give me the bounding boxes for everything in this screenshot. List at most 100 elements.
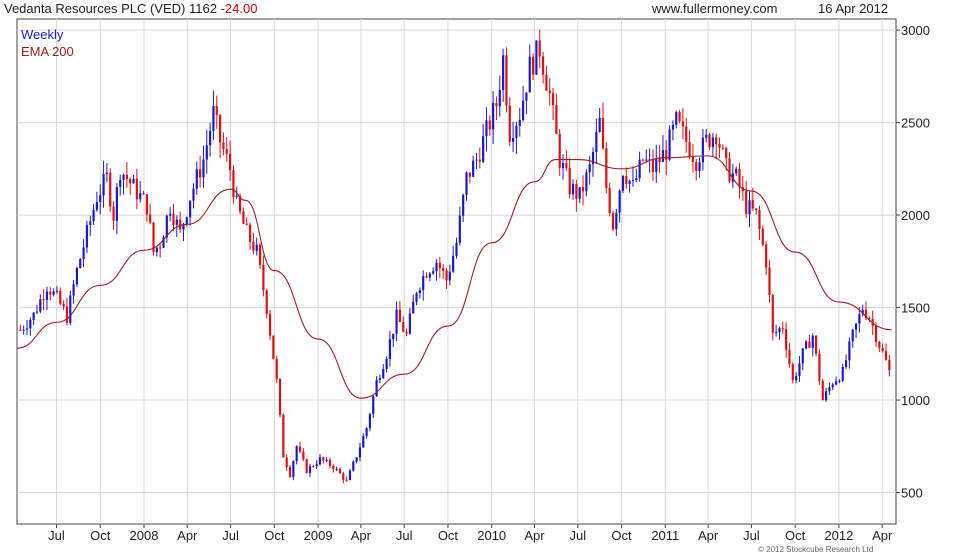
candle-body <box>19 329 22 331</box>
candle-body <box>65 306 69 323</box>
y-tick-label: 2500 <box>901 116 930 131</box>
candle-body <box>145 194 148 215</box>
candle-body <box>568 167 571 195</box>
candle-body <box>705 134 708 138</box>
candle-body <box>418 290 421 294</box>
candle-body <box>365 428 368 437</box>
candle-body <box>628 180 631 184</box>
candle-body <box>814 335 818 354</box>
candle-body <box>688 141 691 157</box>
candle-body <box>348 470 352 481</box>
candle-body <box>228 153 232 171</box>
candle-body <box>551 93 555 106</box>
candle-body <box>841 367 844 381</box>
candle-body <box>468 172 471 177</box>
candle-body <box>655 158 658 173</box>
candle-body <box>129 179 132 184</box>
candle-body <box>72 284 75 296</box>
candle-body <box>25 328 29 330</box>
candle-body <box>488 120 491 130</box>
candle-body <box>808 341 811 348</box>
candle-body <box>785 328 788 350</box>
candle-body <box>515 125 518 138</box>
candle-body <box>545 74 548 91</box>
candle-body <box>298 446 302 452</box>
candle-body <box>275 358 278 379</box>
candle-body <box>125 174 128 180</box>
candle-body <box>402 321 405 332</box>
candle-body <box>558 134 561 169</box>
candle-body <box>858 314 861 324</box>
candle-body <box>718 143 721 148</box>
candle-body <box>408 313 411 334</box>
x-tick-label: Jul <box>396 528 413 543</box>
candle-body <box>412 301 415 314</box>
candle-body <box>415 293 418 302</box>
candle-body <box>59 290 62 304</box>
x-tick-label: Oct <box>785 528 806 543</box>
candle-body <box>711 137 714 148</box>
candle-body <box>671 124 675 130</box>
x-tick-label: 2009 <box>304 528 333 543</box>
candle-body <box>448 271 451 281</box>
candle-body <box>775 332 778 334</box>
candle-body <box>492 102 495 130</box>
candlestick-chart: 50010001500200025003000 Jul Oct 2008 Apr Jul… <box>16 18 930 543</box>
candle-body <box>248 224 252 242</box>
candle-body <box>478 159 481 162</box>
candle-body <box>571 184 575 195</box>
candle-body <box>322 457 325 461</box>
candle-body <box>475 159 478 161</box>
candle-body <box>195 169 198 189</box>
candle-body <box>45 291 49 300</box>
candle-body <box>462 194 465 216</box>
candle-body <box>805 341 808 349</box>
candle-body <box>695 161 698 172</box>
candle-body <box>132 178 135 184</box>
x-tick-label: 2008 <box>130 528 159 543</box>
x-tick-label: Jul <box>569 528 586 543</box>
candle-body <box>438 262 441 269</box>
candle-body <box>39 299 42 312</box>
candle-body <box>242 211 245 224</box>
candle-body <box>638 159 641 179</box>
candle-body <box>119 179 122 187</box>
x-tick-label: Apr <box>872 528 893 543</box>
candle-body <box>382 369 385 379</box>
candle-body <box>575 184 578 199</box>
candle-body <box>432 271 435 274</box>
candle-body <box>605 148 608 188</box>
candle-body <box>512 137 515 142</box>
candle-body <box>292 461 295 477</box>
candle-body <box>395 309 398 334</box>
candle-body <box>521 100 525 120</box>
candle-body <box>828 387 831 392</box>
candle-body <box>561 163 565 169</box>
x-tick-label: Apr <box>351 528 372 543</box>
candle-body <box>282 414 285 458</box>
candle-body <box>658 158 661 162</box>
candle-body <box>748 200 751 215</box>
candle-body <box>528 56 531 93</box>
candle-body <box>824 391 828 401</box>
candle-body <box>205 145 208 160</box>
candle-body <box>285 457 288 468</box>
candle-body <box>884 351 888 360</box>
candle-body <box>405 331 408 334</box>
y-tick-label: 1500 <box>901 301 930 316</box>
candle-body <box>455 242 458 256</box>
candle-body <box>548 90 551 94</box>
candle-body <box>159 247 162 249</box>
candle-body <box>192 188 195 201</box>
candle-body <box>678 112 681 122</box>
candle-body <box>738 168 741 188</box>
candle-body <box>651 159 655 173</box>
copyright-notice: © 2012 Stockcube Research Ltd <box>758 545 874 554</box>
candle-body <box>645 159 648 161</box>
candle-body <box>615 212 618 230</box>
candle-body <box>761 228 764 245</box>
candle-body <box>342 473 345 480</box>
candle-body <box>844 360 848 368</box>
candle-body <box>508 105 511 142</box>
candle-body <box>169 213 172 216</box>
